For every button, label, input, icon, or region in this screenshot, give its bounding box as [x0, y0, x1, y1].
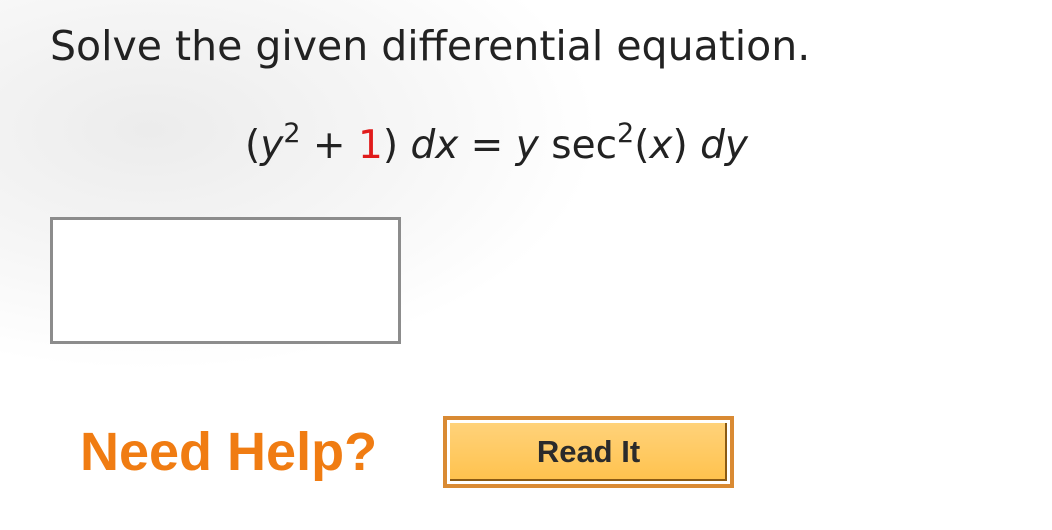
need-help-label: Need Help? [80, 422, 378, 482]
eq-dy: dy [700, 123, 748, 168]
answer-input[interactable] [50, 217, 401, 344]
eq-close-paren: ) [382, 123, 411, 168]
eq-y-exponent: 2 [283, 118, 301, 149]
eq-arg-x: x [649, 123, 673, 168]
eq-arg-open: ( [634, 123, 650, 168]
eq-equals: = [458, 123, 516, 168]
eq-open-paren: ( [245, 123, 261, 168]
differential-equation: (y2 + 1) dx = y sec2(x) dy [245, 118, 748, 174]
eq-plus: + [300, 123, 358, 168]
eq-constant: 1 [357, 123, 383, 168]
eq-dx: dx [410, 123, 459, 168]
eq-sec-exponent: 2 [617, 118, 635, 149]
eq-arg-close: ) [672, 123, 701, 168]
read-it-button[interactable]: Read It [443, 416, 734, 488]
question-prompt: Solve the given differential equation. [50, 22, 811, 70]
eq-sec: sec [538, 123, 618, 168]
eq-rhs-y: y [515, 123, 539, 168]
eq-y: y [260, 123, 284, 168]
read-it-button-label: Read It [447, 420, 730, 484]
